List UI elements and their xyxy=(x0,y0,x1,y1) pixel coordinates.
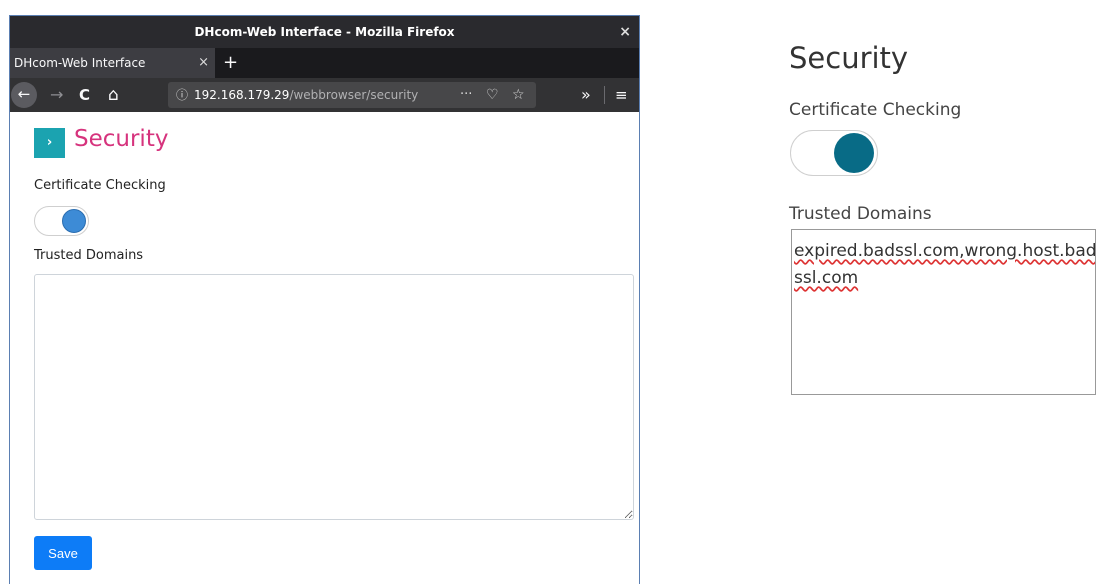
home-button[interactable]: ⌂ xyxy=(108,78,119,112)
zoom-page-title: Security xyxy=(789,41,909,75)
save-button[interactable]: Save xyxy=(34,536,92,570)
tab-dhcom-web-interface[interactable]: DHcom-Web Interface × xyxy=(10,48,215,78)
toolbar-divider xyxy=(604,86,605,104)
browser-window: DHcom-Web Interface - Mozilla Firefox × … xyxy=(9,15,640,584)
toggle-knob xyxy=(62,209,86,233)
url-host: 192.168.179.29 xyxy=(194,88,290,102)
navigation-toolbar: ← → C ⌂ ⓘ 192.168.179.29/webbrowser/secu… xyxy=(10,78,639,112)
forward-button[interactable]: → xyxy=(50,78,63,112)
tab-strip: DHcom-Web Interface × + xyxy=(10,48,639,78)
certificate-checking-label: Certificate Checking xyxy=(34,178,166,193)
window-titlebar: DHcom-Web Interface - Mozilla Firefox × xyxy=(10,16,639,48)
window-close-button[interactable]: × xyxy=(619,16,631,48)
zoom-certificate-checking-label: Certificate Checking xyxy=(789,100,962,120)
new-tab-button[interactable]: + xyxy=(223,48,238,77)
zoom-toggle-knob xyxy=(834,133,874,173)
page-title: Security xyxy=(74,126,169,152)
zoom-certificate-checking-toggle[interactable] xyxy=(790,130,878,176)
page-content: › Security Certificate Checking Trusted … xyxy=(10,112,639,584)
pocket-icon[interactable]: ♡ xyxy=(486,82,499,108)
star-icon[interactable]: ☆ xyxy=(512,82,525,108)
trusted-domains-textarea[interactable] xyxy=(34,274,634,520)
certificate-checking-toggle[interactable] xyxy=(34,206,89,236)
page-actions-icon[interactable]: ··· xyxy=(460,82,472,108)
trusted-domains-label: Trusted Domains xyxy=(34,248,144,263)
back-button[interactable]: ← xyxy=(11,82,37,108)
chevron-right-icon[interactable]: › xyxy=(34,128,65,158)
zoom-trusted-domains-label: Trusted Domains xyxy=(789,204,932,224)
tab-close-icon[interactable]: × xyxy=(198,48,209,78)
zoom-trusted-domains-value: expired.badssl.com,wrong.host.badssl.com xyxy=(794,241,1096,288)
info-icon[interactable]: ⓘ xyxy=(176,82,188,108)
url-text[interactable]: 192.168.179.29/webbrowser/security xyxy=(194,82,434,108)
zoom-trusted-domains-textarea[interactable]: expired.badssl.com,wrong.host.badssl.com xyxy=(791,229,1096,395)
url-path: /webbrowser/security xyxy=(289,88,419,102)
url-bar[interactable]: ⓘ 192.168.179.29/webbrowser/security ···… xyxy=(168,82,536,108)
overflow-menu-icon[interactable]: » xyxy=(581,78,591,112)
window-title: DHcom-Web Interface - Mozilla Firefox xyxy=(194,25,455,39)
tab-label: DHcom-Web Interface xyxy=(14,56,146,70)
reload-button[interactable]: C xyxy=(79,78,90,112)
hamburger-menu-icon[interactable]: ≡ xyxy=(615,78,628,112)
